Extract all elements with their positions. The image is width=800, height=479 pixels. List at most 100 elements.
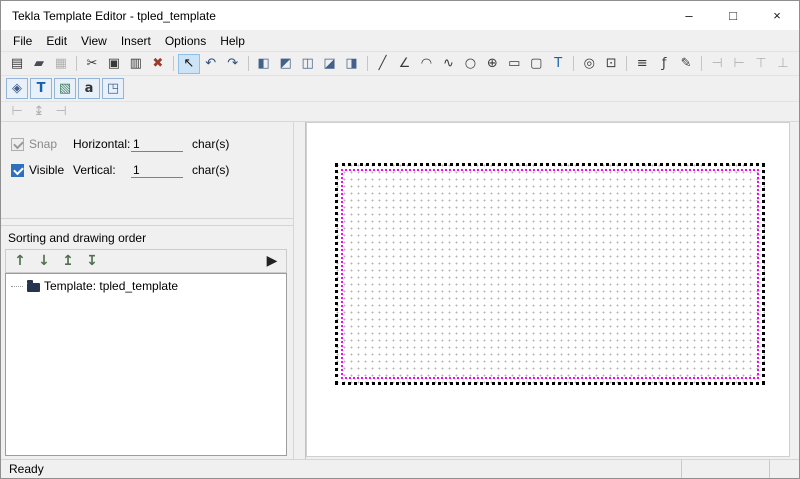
grid-properties-panel: Snap Horizontal: char(s) Visible Vertica…	[1, 122, 293, 218]
paste-button[interactable]: ▥	[126, 55, 146, 73]
move-to-top-button[interactable]: ↥	[57, 251, 79, 271]
insert-page-button[interactable]: ◨	[342, 55, 362, 73]
undo-button[interactable]: ↶	[201, 55, 221, 73]
menu-options[interactable]: Options	[158, 31, 213, 51]
align-right-button[interactable]: ⊢	[729, 55, 749, 73]
component-button[interactable]: ◈	[6, 78, 28, 99]
edit-style-icon: ✎	[681, 57, 692, 70]
template-frame[interactable]	[335, 163, 765, 385]
vertical-splitter[interactable]	[293, 122, 306, 459]
picture-button[interactable]: ▧	[54, 78, 76, 99]
insert-footer-icon: ◪	[323, 57, 335, 70]
content-browser-button[interactable]: ≡	[632, 55, 652, 73]
select-button[interactable]: ↖	[179, 55, 199, 73]
circle-button[interactable]: ○	[460, 55, 480, 73]
align-bottom-icon: ⊥	[777, 57, 788, 70]
status-panel-2	[769, 460, 799, 478]
cut-button[interactable]: ✂	[82, 55, 102, 73]
template-margin-frame	[341, 169, 759, 379]
more-commands-button[interactable]: ▶	[261, 251, 283, 271]
horizontal-input[interactable]	[131, 136, 183, 152]
menu-file[interactable]: File	[6, 31, 39, 51]
capture-icon: ⊡	[606, 57, 617, 70]
point-icon: ⊕	[487, 57, 498, 70]
rectangle-button[interactable]: ▭	[504, 55, 524, 73]
visible-checkbox[interactable]	[11, 164, 24, 177]
insert-row-button[interactable]: ◫	[298, 55, 318, 73]
value-field-icon: a	[85, 82, 94, 95]
align-left-icon: ⊣	[711, 57, 722, 70]
close-button[interactable]: ×	[755, 1, 799, 30]
insert-footer-button[interactable]: ◪	[320, 55, 340, 73]
embedded-object-button[interactable]: ◳	[102, 78, 124, 99]
save-button[interactable]: ▦	[51, 55, 71, 73]
point-button[interactable]: ⊕	[482, 55, 502, 73]
move-up-button[interactable]: ↑	[9, 251, 31, 271]
maximize-button[interactable]: □	[711, 1, 755, 30]
arc-button[interactable]: ◠	[416, 55, 436, 73]
visible-label: Visible	[29, 163, 64, 177]
insert-template-icon: ◧	[258, 57, 270, 70]
align-middle-button[interactable]: ↨	[29, 104, 49, 120]
align-right-edge-button[interactable]: ⊣	[51, 104, 71, 120]
insert-template-button[interactable]: ◧	[254, 55, 274, 73]
align-left-edge-icon: ⊢	[11, 105, 22, 118]
insert-row-icon: ◫	[301, 57, 313, 70]
align-left-button[interactable]: ⊣	[707, 55, 727, 73]
add-text-button[interactable]: T	[548, 55, 568, 73]
open-button[interactable]: ▰	[29, 55, 49, 73]
rounded-rectangle-button[interactable]: ▢	[526, 55, 546, 73]
zoom-button[interactable]: ◎	[579, 55, 599, 73]
minimize-button[interactable]: –	[667, 1, 711, 30]
app-window: Tekla Template Editor - tpled_template –…	[0, 0, 800, 479]
curve-icon: ∿	[443, 57, 454, 70]
copy-button[interactable]: ▣	[104, 55, 124, 73]
move-to-bottom-button[interactable]: ↧	[81, 251, 103, 271]
edit-style-button[interactable]: ✎	[676, 55, 696, 73]
value-field-button[interactable]: a	[78, 78, 100, 99]
align-right-icon: ⊢	[733, 57, 744, 70]
align-bottom-button[interactable]: ⊥	[773, 55, 793, 73]
visible-row: Visible Vertical: char(s)	[11, 157, 287, 183]
toolbar-separator	[626, 56, 627, 71]
redo-button[interactable]: ↷	[223, 55, 243, 73]
snap-checkbox[interactable]	[11, 138, 24, 151]
align-left-edge-button[interactable]: ⊢	[7, 104, 27, 120]
menu-view[interactable]: View	[74, 31, 114, 51]
horizontal-splitter[interactable]	[1, 218, 293, 226]
text-button[interactable]: T	[30, 78, 52, 99]
vertical-label: Vertical:	[73, 163, 131, 177]
menu-edit[interactable]: Edit	[39, 31, 74, 51]
status-panel-1	[681, 460, 769, 478]
vertical-input[interactable]	[131, 162, 183, 178]
toolbar-separator	[173, 56, 174, 71]
menu-insert[interactable]: Insert	[114, 31, 158, 51]
move-down-button[interactable]: ↓	[33, 251, 55, 271]
new-icon: ▤	[11, 57, 23, 70]
arc-icon: ◠	[421, 57, 432, 70]
insert-header-button[interactable]: ◩	[276, 55, 296, 73]
capture-button[interactable]: ⊡	[601, 55, 621, 73]
toolbar-separator	[701, 56, 702, 71]
rounded-rectangle-icon: ▢	[530, 57, 542, 70]
curve-button[interactable]: ∿	[438, 55, 458, 73]
polyline-icon: ∠	[399, 57, 411, 70]
embedded-object-icon: ◳	[107, 82, 119, 95]
visible-checkbox-wrap: Visible	[11, 163, 73, 177]
align-top-button[interactable]: ⊤	[751, 55, 771, 73]
statusbar: Ready	[1, 459, 799, 478]
line-button[interactable]: ╱	[373, 55, 393, 73]
sorting-toolbar: ↑↓↥↧ ▶	[5, 249, 287, 273]
snap-label: Snap	[29, 137, 57, 151]
template-tree[interactable]: Template: tpled_template	[5, 273, 287, 456]
new-button[interactable]: ▤	[7, 55, 27, 73]
menu-help[interactable]: Help	[213, 31, 252, 51]
formula-button[interactable]: ƒ	[654, 55, 674, 73]
sorting-panel-title: Sorting and drawing order	[5, 230, 287, 249]
polyline-button[interactable]: ∠	[395, 55, 415, 73]
delete-button[interactable]: ✖	[148, 55, 168, 73]
align-right-edge-icon: ⊣	[55, 105, 66, 118]
template-canvas[interactable]	[306, 122, 790, 457]
picture-icon: ▧	[59, 82, 71, 95]
tree-item-template-root[interactable]: Template: tpled_template	[6, 277, 286, 295]
